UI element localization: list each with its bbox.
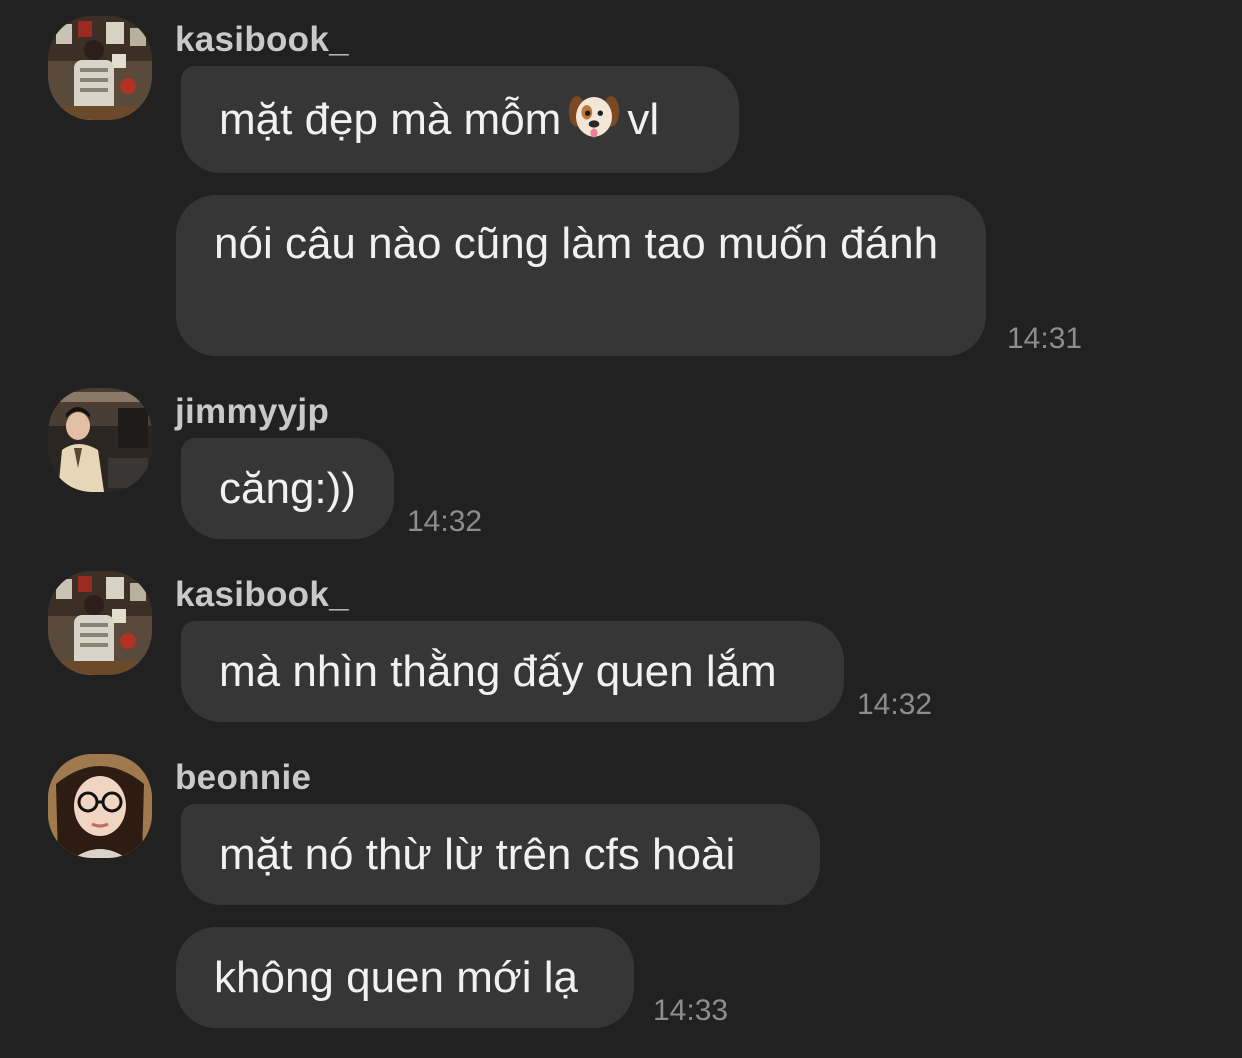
message-bubble[interactable]: nói câu nào cũng làm tao muốn đánh xyxy=(176,195,986,356)
message-timestamp: 14:32 xyxy=(407,505,483,538)
message-text: mặt đẹp mà mỗm xyxy=(219,94,562,144)
avatar-kasibook-image xyxy=(48,16,152,120)
avatar-kasibook[interactable] xyxy=(48,16,152,120)
message-text: vl xyxy=(627,94,660,144)
avatar-kasibook-image xyxy=(48,571,152,675)
message-bubble[interactable]: mặt đẹp mà mỗm vl xyxy=(181,66,739,173)
message-text: mà nhìn thằng đấy quen lắm xyxy=(219,646,777,696)
avatar-kasibook[interactable] xyxy=(48,571,152,675)
message-text: không quen mới lạ xyxy=(214,952,578,1002)
message-timestamp: 14:31 xyxy=(1007,322,1083,355)
message-timestamp: 14:32 xyxy=(857,688,933,721)
username-label[interactable]: kasibook_ xyxy=(175,575,349,615)
chat-thread: kasibook_ mặt đẹp mà mỗm vl nói câu nào … xyxy=(0,0,1242,1058)
username-label[interactable]: jimmyyjp xyxy=(175,392,329,432)
message-text: căng:)) xyxy=(219,463,356,513)
message-timestamp: 14:33 xyxy=(653,994,729,1027)
message-bubble[interactable]: mà nhìn thằng đấy quen lắm xyxy=(181,621,844,722)
avatar-beonnie[interactable] xyxy=(48,754,152,858)
message-text: nói câu nào cũng làm tao muốn đánh xyxy=(214,219,939,268)
dog-face-emoji xyxy=(569,95,620,137)
avatar-jimmyyjp-image xyxy=(48,388,152,492)
message-text: mặt nó thừ lừ trên cfs hoài xyxy=(219,829,736,879)
avatar-beonnie-image xyxy=(48,754,152,858)
username-label[interactable]: kasibook_ xyxy=(175,20,349,60)
message-bubble[interactable]: không quen mới lạ xyxy=(176,927,634,1028)
message-bubble[interactable]: mặt nó thừ lừ trên cfs hoài xyxy=(181,804,820,905)
username-label[interactable]: beonnie xyxy=(175,758,311,798)
message-bubble[interactable]: căng:)) xyxy=(181,438,394,539)
avatar-jimmyyjp[interactable] xyxy=(48,388,152,492)
